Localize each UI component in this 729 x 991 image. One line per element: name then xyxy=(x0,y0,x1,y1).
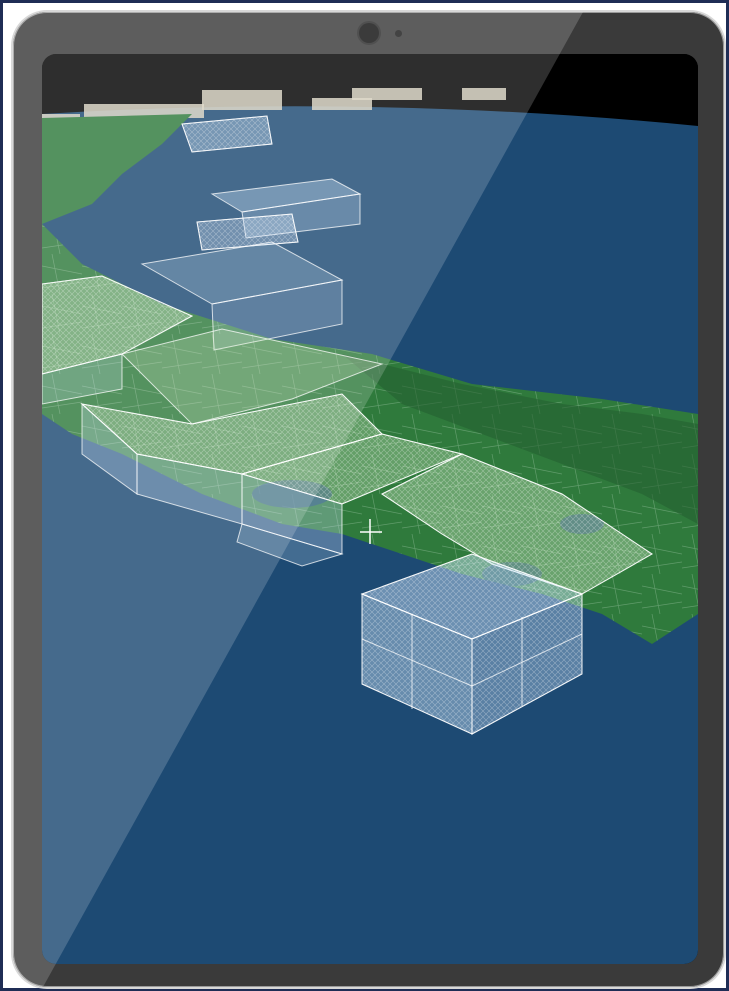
globe-scene[interactable] xyxy=(42,54,698,964)
tablet-device xyxy=(13,12,724,987)
front-camera-icon xyxy=(359,23,379,43)
screenshot-frame xyxy=(0,0,729,991)
sensor-dot-icon xyxy=(395,30,402,37)
map-viewport[interactable] xyxy=(42,54,698,964)
